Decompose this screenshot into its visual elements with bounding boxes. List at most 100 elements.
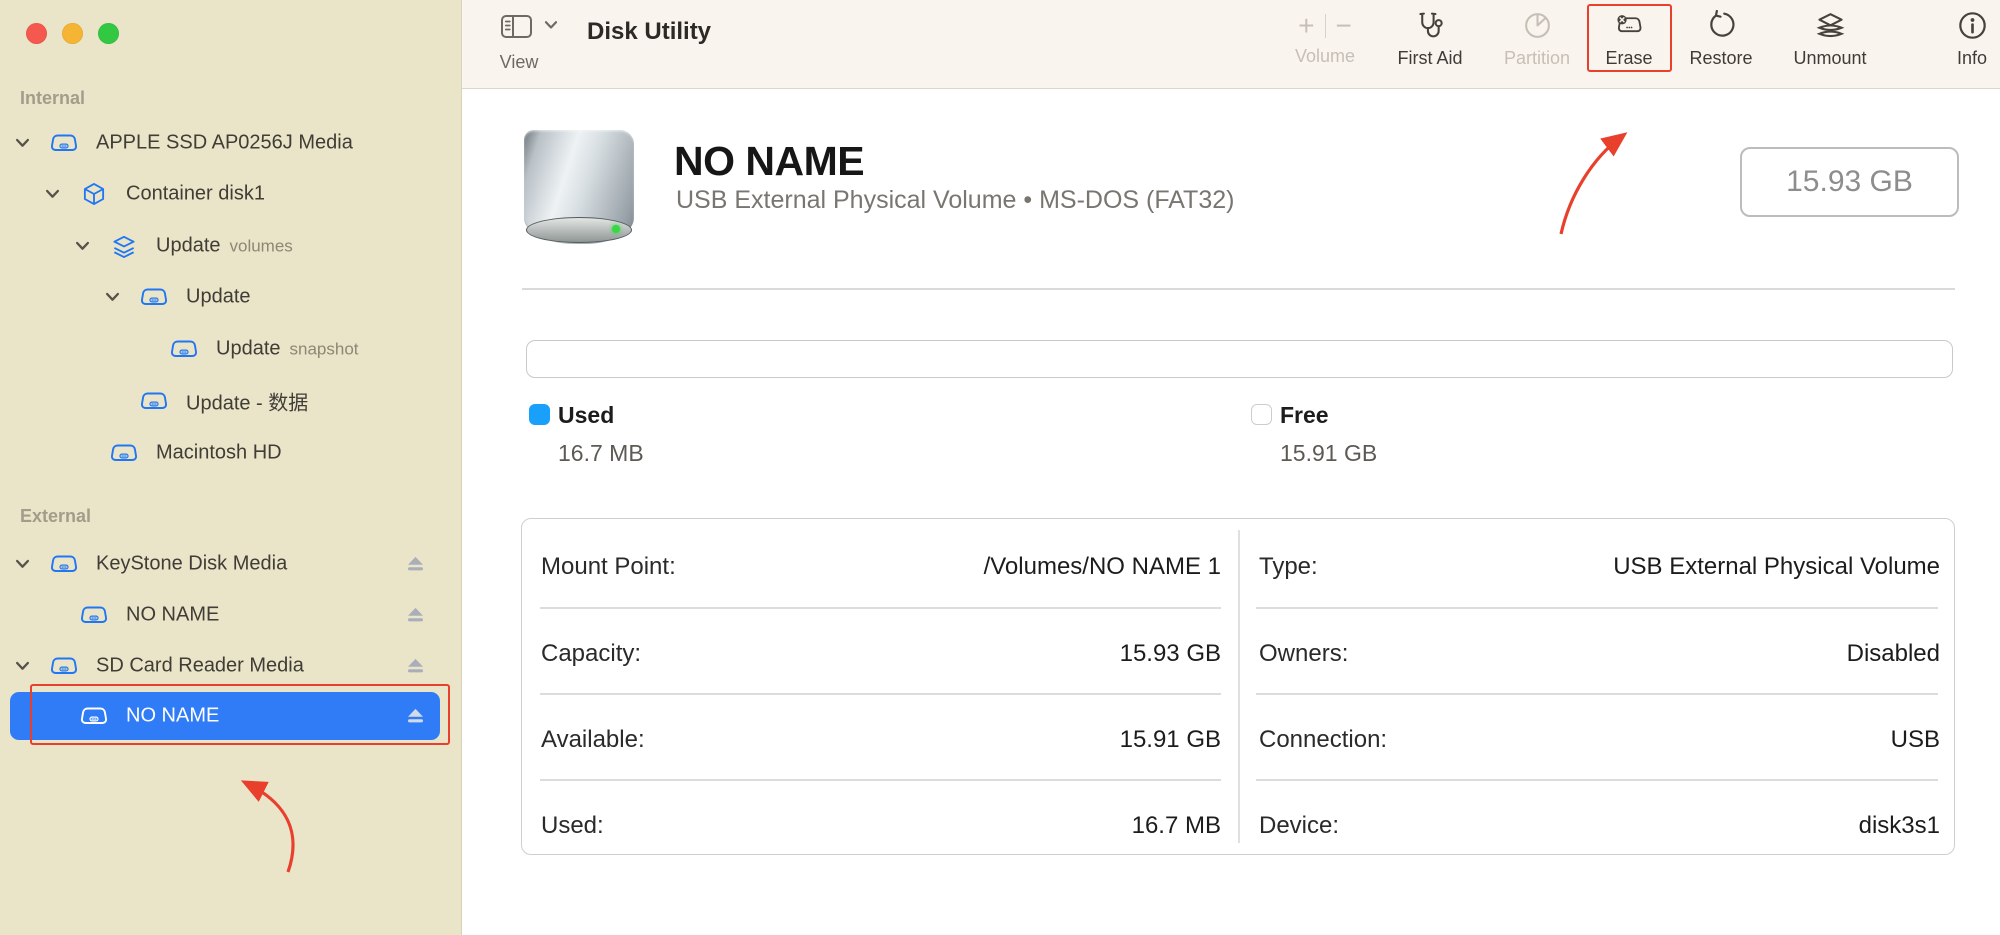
used-legend-swatch	[529, 404, 550, 425]
sidebar-item-keystone-disk-media[interactable]: KeyStone Disk Media	[0, 539, 462, 589]
eject-icon[interactable]	[406, 658, 425, 675]
details-row-divider	[1256, 607, 1938, 609]
toolbar-button-label: Unmount	[1775, 48, 1885, 69]
sidebar-view-icon	[500, 13, 533, 40]
sidebar-item-update-data[interactable]: Update - 数据	[0, 376, 462, 426]
toolbar-restore-button[interactable]: Restore	[1666, 8, 1776, 84]
details-row-divider	[540, 607, 1221, 609]
sidebar-item-label: Container disk1	[126, 183, 265, 206]
unmount-icon	[1815, 10, 1846, 41]
sidebar-item-update[interactable]: Update	[0, 272, 462, 322]
sidebar-item-label: NO NAME	[126, 604, 219, 627]
chevron-down-icon[interactable]	[15, 138, 30, 149]
zoom-window-button[interactable]	[98, 23, 119, 44]
sidebar-item-text: Update - 数据	[186, 393, 308, 415]
detail-value: 15.93 GB	[721, 640, 1221, 668]
drive-led	[612, 225, 620, 233]
volumes-icon	[110, 234, 138, 259]
first-aid-icon	[1415, 10, 1446, 41]
view-button-label: View	[497, 52, 541, 73]
toolbar-volume-button: + − Volume	[1270, 8, 1380, 84]
detail-value: /Volumes/NO NAME 1	[721, 553, 1221, 581]
details-row-divider	[1256, 693, 1938, 695]
sidebar-item-apple-ssd[interactable]: APPLE SSD AP0256J Media	[0, 118, 462, 168]
detail-label: Available:	[541, 726, 645, 754]
sidebar-item-container-disk1[interactable]: Container disk1	[0, 169, 462, 219]
eject-icon[interactable]	[406, 607, 425, 624]
sidebar-section-internal: Internal	[20, 88, 85, 109]
sidebar-item-text: Update	[216, 338, 281, 360]
toolbar-button-label: First Aid	[1375, 48, 1485, 69]
plus-icon: +	[1298, 10, 1314, 42]
detail-value: USB External Physical Volume	[1440, 553, 1940, 581]
sidebar-item-label: Updatesnapshot	[216, 338, 359, 361]
toolbar-first-aid-button[interactable]: First Aid	[1375, 8, 1485, 84]
disk-icon	[110, 441, 138, 466]
used-legend-value: 16.7 MB	[558, 440, 644, 467]
minus-icon: −	[1336, 10, 1352, 42]
view-button[interactable]: View	[497, 11, 567, 81]
info-icon	[1957, 10, 1988, 41]
details-row-divider	[540, 779, 1221, 781]
chevron-down-icon[interactable]	[15, 661, 30, 672]
chevron-down-icon	[544, 20, 558, 30]
volume-subtitle: USB External Physical Volume • MS-DOS (F…	[676, 186, 1234, 215]
chevron-down-icon[interactable]	[15, 559, 30, 570]
usage-bar	[526, 340, 1953, 378]
disk-icon	[140, 389, 168, 414]
toolbar-divider	[1325, 14, 1326, 38]
sidebar-item-text: Container disk1	[126, 183, 265, 205]
sidebar-item-text: KeyStone Disk Media	[96, 553, 287, 575]
eject-icon[interactable]	[406, 556, 425, 573]
sidebar-item-no-name-keystone[interactable]: NO NAME	[0, 590, 462, 640]
sidebar-item-text: Macintosh HD	[156, 442, 282, 464]
used-legend-label: Used	[558, 402, 614, 429]
sidebar-item-label: KeyStone Disk Media	[96, 553, 287, 576]
chevron-down-icon[interactable]	[75, 241, 90, 252]
close-window-button[interactable]	[26, 23, 47, 44]
partition-icon	[1522, 10, 1553, 41]
detail-label: Type:	[1259, 553, 1318, 581]
detail-label: Capacity:	[541, 640, 641, 668]
sidebar-item-label: Macintosh HD	[156, 442, 282, 465]
minimize-window-button[interactable]	[62, 23, 83, 44]
volume-plus-minus: + −	[1270, 8, 1380, 43]
size-badge-value: 15.93 GB	[1786, 165, 1913, 199]
chevron-down-icon[interactable]	[45, 189, 60, 200]
detail-value: 15.91 GB	[721, 726, 1221, 754]
details-row-divider	[1256, 779, 1938, 781]
sidebar-item-update-volumes[interactable]: Updatevolumes	[0, 221, 462, 271]
container-icon	[80, 182, 108, 207]
sidebar-item-label: APPLE SSD AP0256J Media	[96, 132, 353, 155]
detail-label: Owners:	[1259, 640, 1348, 668]
sidebar-item-text: Update	[186, 286, 251, 308]
detail-label: Mount Point:	[541, 553, 676, 581]
detail-value: 16.7 MB	[721, 812, 1221, 840]
detail-label: Device:	[1259, 812, 1339, 840]
disk-icon	[170, 337, 198, 362]
sidebar-item-text: APPLE SSD AP0256J Media	[96, 132, 353, 154]
sidebar-item-text: NO NAME	[126, 604, 219, 626]
sidebar: Internal APPLE SSD AP0256J Media Contain…	[0, 0, 462, 935]
disk-icon	[50, 654, 78, 679]
toolbar-button-label: Volume	[1270, 46, 1380, 67]
toolbar-button-label: Info	[1917, 48, 2000, 69]
sidebar-item-macintosh-hd[interactable]: Macintosh HD	[0, 428, 462, 478]
sidebar-item-label: Update - 数据	[186, 387, 308, 416]
volume-title: NO NAME	[674, 138, 864, 185]
chevron-down-icon[interactable]	[105, 292, 120, 303]
toolbar-button-label: Restore	[1666, 48, 1776, 69]
toolbar-info-button[interactable]: Info	[1917, 8, 2000, 84]
sidebar-item-update-snapshot[interactable]: Updatesnapshot	[0, 324, 462, 374]
disk-icon	[50, 131, 78, 156]
detail-value: USB	[1440, 726, 1940, 754]
free-legend-swatch	[1251, 404, 1272, 425]
disk-icon	[80, 603, 108, 628]
disk-icon	[50, 552, 78, 577]
disk-utility-window: Internal APPLE SSD AP0256J Media Contain…	[0, 0, 2000, 935]
sidebar-item-label: Updatevolumes	[156, 235, 293, 258]
toolbar-unmount-button[interactable]: Unmount	[1775, 8, 1885, 84]
annotation-box-erase	[1587, 4, 1672, 72]
app-title: Disk Utility	[587, 18, 711, 46]
free-legend-value: 15.91 GB	[1280, 440, 1377, 467]
